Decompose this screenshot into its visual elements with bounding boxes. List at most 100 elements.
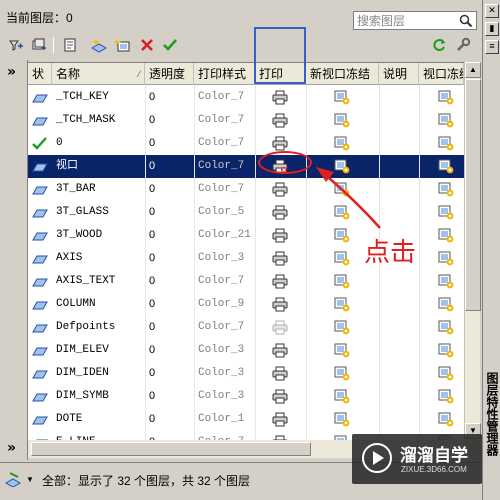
transparency-cell[interactable]: 0 (145, 155, 194, 178)
printer-icon[interactable] (272, 389, 288, 407)
col-header-new-vp-freeze[interactable]: 新视口冻结 (306, 63, 379, 85)
new-vp-freeze-icon[interactable] (334, 297, 350, 315)
layer-name-cell[interactable]: 3T_BAR (52, 178, 145, 201)
printer-icon[interactable] (272, 320, 288, 338)
plot-style-cell[interactable]: Color_21 (194, 224, 255, 247)
new-vp-freeze-icon[interactable] (334, 412, 350, 430)
layer-name-cell[interactable]: Defpoints (52, 316, 145, 339)
vp-freeze-icon[interactable] (438, 228, 454, 246)
transparency-cell[interactable]: 0 (145, 224, 194, 247)
layer-name-cell[interactable]: AXIS_TEXT (52, 270, 145, 293)
col-header-transparency[interactable]: 透明度 (145, 63, 194, 85)
layer-status-icon[interactable] (32, 321, 48, 337)
plot-style-cell[interactable]: Color_7 (194, 270, 255, 293)
transparency-cell[interactable]: 0 (145, 201, 194, 224)
new-vp-freeze-icon[interactable] (334, 274, 350, 292)
transparency-cell[interactable]: 0 (145, 408, 194, 431)
layer-status-icon[interactable] (32, 252, 48, 268)
new-vp-freeze-icon[interactable] (334, 389, 350, 407)
vp-freeze-icon[interactable] (438, 320, 454, 338)
plot-style-cell[interactable]: Color_7 (194, 132, 255, 155)
new-vp-freeze-icon[interactable] (334, 205, 350, 223)
layer-name-cell[interactable]: 0 (52, 132, 145, 155)
printer-icon[interactable] (272, 182, 288, 200)
new-vp-freeze-icon[interactable] (334, 343, 350, 361)
vp-freeze-icon[interactable] (438, 366, 454, 384)
layer-name-cell[interactable]: DIM_SYMB (52, 385, 145, 408)
transparency-cell[interactable]: 0 (145, 431, 194, 440)
vp-freeze-icon[interactable] (438, 159, 454, 177)
scroll-up-icon[interactable]: ▲ (465, 62, 481, 78)
col-header-name[interactable]: 名称 ∕ (52, 63, 145, 85)
plot-style-cell[interactable]: Color_5 (194, 201, 255, 224)
plot-style-cell[interactable]: Color_1 (194, 408, 255, 431)
vp-freeze-icon[interactable] (438, 274, 454, 292)
transparency-cell[interactable]: 0 (145, 293, 194, 316)
table-row[interactable]: 视口 0 Color_7 (28, 155, 464, 178)
col-header-description[interactable]: 说明 (379, 63, 419, 85)
new-vp-freeze-icon[interactable] (334, 366, 350, 384)
table-row[interactable]: DIM_IDEN 0 Color_3 (28, 362, 464, 385)
printer-icon[interactable] (272, 90, 288, 108)
plot-style-cell[interactable]: Color_7 (194, 86, 255, 109)
table-row[interactable]: _TCH_MASK 0 Color_7 (28, 109, 464, 132)
vp-freeze-icon[interactable] (438, 389, 454, 407)
current-layer-check-icon[interactable] (32, 137, 48, 153)
transparency-cell[interactable]: 0 (145, 132, 194, 155)
table-row[interactable]: 3T_BAR 0 Color_7 (28, 178, 464, 201)
table-row[interactable]: COLUMN 0 Color_9 (28, 293, 464, 316)
table-row[interactable]: DIM_ELEV 0 Color_3 (28, 339, 464, 362)
new-vp-freeze-icon[interactable] (334, 228, 350, 246)
plot-style-cell[interactable]: Color_3 (194, 362, 255, 385)
transparency-cell[interactable]: 0 (145, 178, 194, 201)
printer-icon[interactable] (272, 412, 288, 430)
new-vp-freeze-icon[interactable] (334, 113, 350, 131)
printer-icon[interactable] (272, 251, 288, 269)
new-vp-freeze-icon[interactable] (334, 182, 350, 200)
plot-style-cell[interactable]: Color_3 (194, 385, 255, 408)
vp-freeze-icon[interactable] (438, 182, 454, 200)
table-row[interactable]: _TCH_KEY 0 Color_7 (28, 86, 464, 109)
vp-freeze-icon[interactable] (438, 412, 454, 430)
transparency-cell[interactable]: 0 (145, 270, 194, 293)
col-header-status[interactable]: 状 (28, 63, 52, 85)
plot-style-cell[interactable]: Color_3 (194, 247, 255, 270)
layer-name-cell[interactable]: E_LINE (52, 431, 145, 440)
vp-freeze-icon[interactable] (438, 90, 454, 108)
new-vp-freeze-icon[interactable] (334, 90, 350, 108)
layer-status-icon[interactable] (32, 183, 48, 199)
printer-icon[interactable] (272, 297, 288, 315)
layer-status-icon[interactable] (32, 413, 48, 429)
expand-bottom-icon[interactable]: » (7, 440, 16, 456)
new-layer-button[interactable] (89, 35, 109, 55)
vertical-scrollbar[interactable]: ▲ ▼ (464, 62, 481, 440)
new-property-filter-button[interactable] (6, 35, 26, 55)
new-vp-freeze-icon[interactable] (334, 159, 350, 177)
horizontal-scroll-thumb[interactable] (31, 442, 311, 456)
layer-status-icon[interactable] (32, 275, 48, 291)
plot-style-cell[interactable]: Color_9 (194, 293, 255, 316)
vp-freeze-icon[interactable] (438, 343, 454, 361)
expand-filter-tree-icon[interactable]: » (7, 64, 16, 80)
vp-freeze-icon[interactable] (438, 113, 454, 131)
vp-freeze-icon[interactable] (438, 136, 454, 154)
table-row[interactable]: AXIS_TEXT 0 Color_7 (28, 270, 464, 293)
layer-search-input[interactable] (354, 12, 454, 29)
transparency-cell[interactable]: 0 (145, 362, 194, 385)
vertical-scroll-thumb[interactable] (465, 79, 481, 311)
settings-button[interactable] (453, 35, 473, 55)
plot-style-cell[interactable]: Color_7 (194, 316, 255, 339)
search-icon[interactable] (459, 14, 473, 28)
plot-style-cell[interactable]: Color_7 (194, 109, 255, 132)
printer-icon[interactable] (272, 343, 288, 361)
plot-style-cell[interactable]: Color_7 (194, 155, 255, 178)
layer-name-cell[interactable]: 视口 (52, 155, 145, 178)
table-row[interactable]: 0 0 Color_7 (28, 132, 464, 155)
vp-freeze-icon[interactable] (438, 251, 454, 269)
layer-name-cell[interactable]: _TCH_KEY (52, 86, 145, 109)
new-vp-freeze-icon[interactable] (334, 320, 350, 338)
properties-menu-icon[interactable]: ≡ (485, 40, 499, 54)
layer-status-icon[interactable] (32, 114, 48, 130)
layer-status-icon[interactable] (32, 206, 48, 222)
transparency-cell[interactable]: 0 (145, 86, 194, 109)
